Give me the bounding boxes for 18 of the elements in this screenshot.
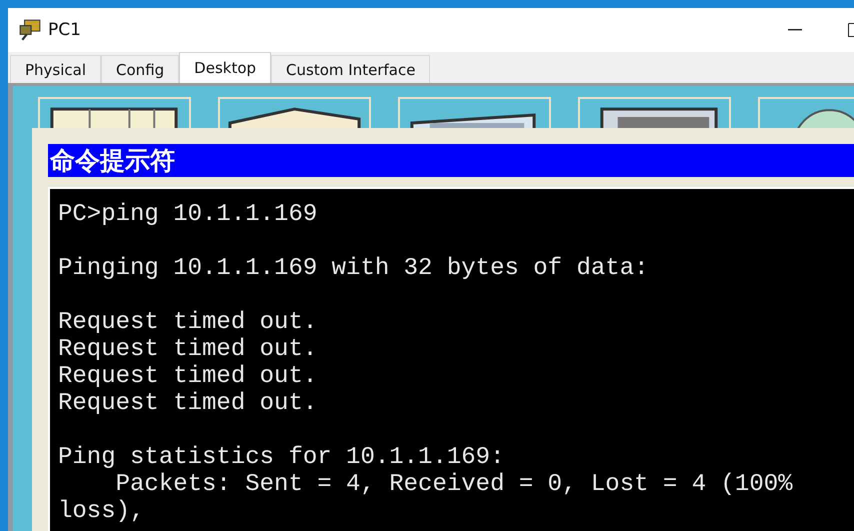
tab[interactable]: Custom Interface xyxy=(271,55,430,83)
terminal-line: Request timed out. xyxy=(58,390,318,417)
terminal-line: PC>ping 10.1.1.169 xyxy=(58,201,318,228)
minimize-icon[interactable] xyxy=(788,29,802,31)
window-title: PC1 xyxy=(48,20,81,40)
terminal-line: Packets: Sent = 4, Received = 0, Lost = 4 (100% xyxy=(114,471,794,498)
terminal-line: Ping statistics for 10.1.1.169: xyxy=(58,444,506,471)
tab[interactable]: Desktop xyxy=(179,52,272,83)
terminal-line: Request timed out. xyxy=(58,336,318,363)
terminal-line: Request timed out. xyxy=(58,363,318,390)
terminal-line: Pinging 10.1.1.169 with 32 bytes of data: xyxy=(58,255,650,282)
terminal-line: Request timed out. xyxy=(58,309,318,336)
pc-icon xyxy=(18,18,42,42)
tab[interactable]: Physical xyxy=(10,55,102,83)
command-prompt-title: 命令提示符 xyxy=(48,144,854,177)
terminal-line: loss), xyxy=(58,498,146,525)
maximize-icon[interactable] xyxy=(848,23,854,37)
tab[interactable]: Config xyxy=(101,55,180,83)
